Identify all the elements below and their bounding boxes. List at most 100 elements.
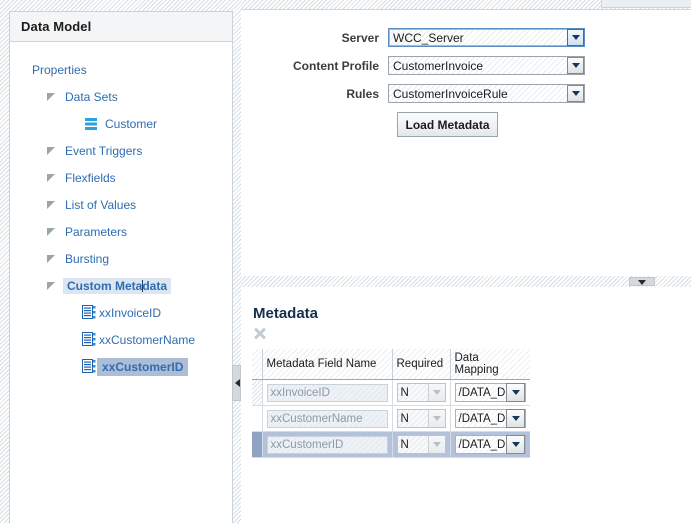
- form-row-rules: Rules CustomerInvoiceRule: [241, 84, 691, 103]
- chevron-down-icon[interactable]: [506, 435, 525, 454]
- rules-label: Rules: [346, 86, 379, 101]
- cell-field-name[interactable]: xxInvoiceID: [262, 379, 393, 406]
- top-strip: [241, 0, 691, 9]
- disclosure-triangle-icon[interactable]: [47, 173, 57, 183]
- tree-item-event-triggers[interactable]: Event Triggers: [10, 137, 232, 164]
- required-select[interactable]: N: [396, 435, 446, 454]
- text-caret: [141, 279, 143, 292]
- application-root: Data Model Properties Data Sets Customer Ev…: [0, 0, 691, 523]
- metadata-icon: [82, 359, 96, 373]
- dataset-icon: [85, 117, 97, 130]
- chevron-down-icon[interactable]: [506, 409, 525, 428]
- tree-item-label: xxInvoiceID: [99, 305, 162, 320]
- chevron-down-icon[interactable]: [567, 85, 584, 102]
- disclosure-triangle-icon[interactable]: [47, 254, 57, 264]
- cell-data-mapping[interactable]: /DATA_D: [450, 405, 530, 432]
- cell-data-mapping[interactable]: /DATA_D: [450, 379, 530, 406]
- field-name-input[interactable]: xxInvoiceID: [266, 383, 388, 402]
- required-select[interactable]: N: [396, 409, 446, 428]
- chevron-down-icon[interactable]: [427, 384, 445, 401]
- content-profile-select[interactable]: CustomerInvoice: [388, 56, 585, 75]
- column-header-data-mapping[interactable]: Data Mapping: [450, 349, 530, 380]
- tree-item-xxcustomerid[interactable]: xxCustomerID: [10, 353, 232, 380]
- form-row-content-profile: Content Profile CustomerInvoice: [241, 56, 691, 75]
- chevron-down-icon[interactable]: [567, 29, 584, 46]
- tree-item-custom-metadata[interactable]: Custom Metadata: [10, 272, 232, 299]
- metadata-icon: [82, 305, 96, 319]
- data-model-tree[interactable]: Properties Data Sets Customer Event Trigger…: [10, 42, 232, 380]
- tree-item-xxcustomername[interactable]: xxCustomerName: [10, 326, 232, 353]
- metadata-pane: Metadata Metadata Field Name Required Da…: [241, 287, 691, 523]
- table-header-row: Metadata Field Name Required Data Mappin…: [252, 349, 530, 380]
- data-model-panel-header: Data Model: [10, 12, 232, 42]
- tree-item-label: List of Values: [65, 197, 137, 212]
- tree-item-label: Customer: [105, 116, 158, 131]
- field-name-input[interactable]: xxCustomerName: [266, 409, 388, 428]
- column-header-field-name[interactable]: Metadata Field Name: [262, 349, 393, 380]
- table-row[interactable]: xxCustomerID N/DATA_D: [252, 431, 530, 458]
- row-selector-cell[interactable]: [252, 431, 263, 458]
- top-right-tab-stub[interactable]: [601, 0, 691, 8]
- tree-item-label: Data Sets: [65, 89, 118, 104]
- data-mapping-select[interactable]: /DATA_D: [454, 383, 526, 402]
- required-select-value: N: [400, 386, 409, 399]
- table-row[interactable]: xxCustomerName N/DATA_D: [252, 405, 530, 432]
- tree-item-flexfields[interactable]: Flexfields: [10, 164, 232, 191]
- chevron-down-icon[interactable]: [427, 436, 445, 453]
- column-header-required[interactable]: Required: [392, 349, 451, 380]
- disclosure-triangle-icon[interactable]: [47, 92, 57, 102]
- disclosure-triangle-icon[interactable]: [47, 146, 57, 156]
- cell-field-name[interactable]: xxCustomerName: [262, 405, 393, 432]
- close-x-icon[interactable]: [252, 326, 267, 341]
- tree-item-label: xxCustomerID: [97, 357, 189, 376]
- chevron-down-icon[interactable]: [506, 383, 525, 402]
- vertical-splitter-handle[interactable]: [232, 365, 241, 401]
- content-profile-select-value: CustomerInvoice: [393, 58, 484, 73]
- rules-select[interactable]: CustomerInvoiceRule: [388, 84, 585, 103]
- server-select-value: WCC_Server: [393, 30, 464, 45]
- page-title: Data Model: [21, 19, 92, 34]
- table-row[interactable]: xxInvoiceID N/DATA_D: [252, 379, 530, 406]
- tree-item-bursting[interactable]: Bursting: [10, 245, 232, 272]
- horizontal-splitter[interactable]: [241, 276, 691, 287]
- row-selector-cell[interactable]: [252, 405, 263, 432]
- tree-item-properties[interactable]: Properties: [10, 56, 232, 83]
- row-selector-cell[interactable]: [252, 379, 263, 406]
- server-label: Server: [341, 30, 379, 45]
- cell-required[interactable]: N: [392, 379, 451, 406]
- metadata-table: Metadata Field Name Required Data Mappin…: [252, 349, 530, 458]
- data-mapping-select-value: /DATA_D: [458, 386, 506, 399]
- disclosure-triangle-icon[interactable]: [47, 227, 57, 237]
- required-select-value: N: [400, 412, 409, 425]
- cell-data-mapping[interactable]: /DATA_D: [450, 431, 530, 458]
- horizontal-splitter-handle[interactable]: [629, 277, 655, 286]
- connection-form: Server WCC_Server Content Profile Custom…: [241, 10, 691, 137]
- tree-item-list-of-values[interactable]: List of Values: [10, 191, 232, 218]
- data-mapping-select[interactable]: /DATA_D: [454, 409, 526, 428]
- chevron-down-icon[interactable]: [427, 410, 445, 427]
- required-select[interactable]: N: [396, 383, 446, 402]
- tree-item-xxinvoiceid[interactable]: xxInvoiceID: [10, 299, 232, 326]
- required-select-value: N: [400, 438, 409, 451]
- disclosure-triangle-icon[interactable]: [47, 281, 57, 291]
- metadata-toolbar: [241, 322, 691, 349]
- tree-item-label: Custom Metadata: [63, 277, 172, 294]
- form-row-actions: Load Metadata: [241, 112, 691, 137]
- data-mapping-select-value: /DATA_D: [458, 438, 506, 451]
- field-name-input[interactable]: xxCustomerID: [266, 435, 388, 454]
- metadata-section-title: Metadata: [253, 305, 319, 322]
- load-metadata-button[interactable]: Load Metadata: [397, 112, 498, 137]
- server-select[interactable]: WCC_Server: [388, 28, 585, 47]
- row-gutter-header: [252, 349, 263, 380]
- tree-item-customer[interactable]: Customer: [10, 110, 232, 137]
- content-profile-label: Content Profile: [293, 58, 379, 73]
- cell-required[interactable]: N: [392, 431, 451, 458]
- chevron-down-icon[interactable]: [567, 57, 584, 74]
- cell-required[interactable]: N: [392, 405, 451, 432]
- data-mapping-select[interactable]: /DATA_D: [454, 435, 526, 454]
- tree-item-data-sets[interactable]: Data Sets: [10, 83, 232, 110]
- disclosure-triangle-icon[interactable]: [47, 200, 57, 210]
- rules-select-value: CustomerInvoiceRule: [393, 86, 508, 101]
- cell-field-name[interactable]: xxCustomerID: [262, 431, 393, 458]
- tree-item-parameters[interactable]: Parameters: [10, 218, 232, 245]
